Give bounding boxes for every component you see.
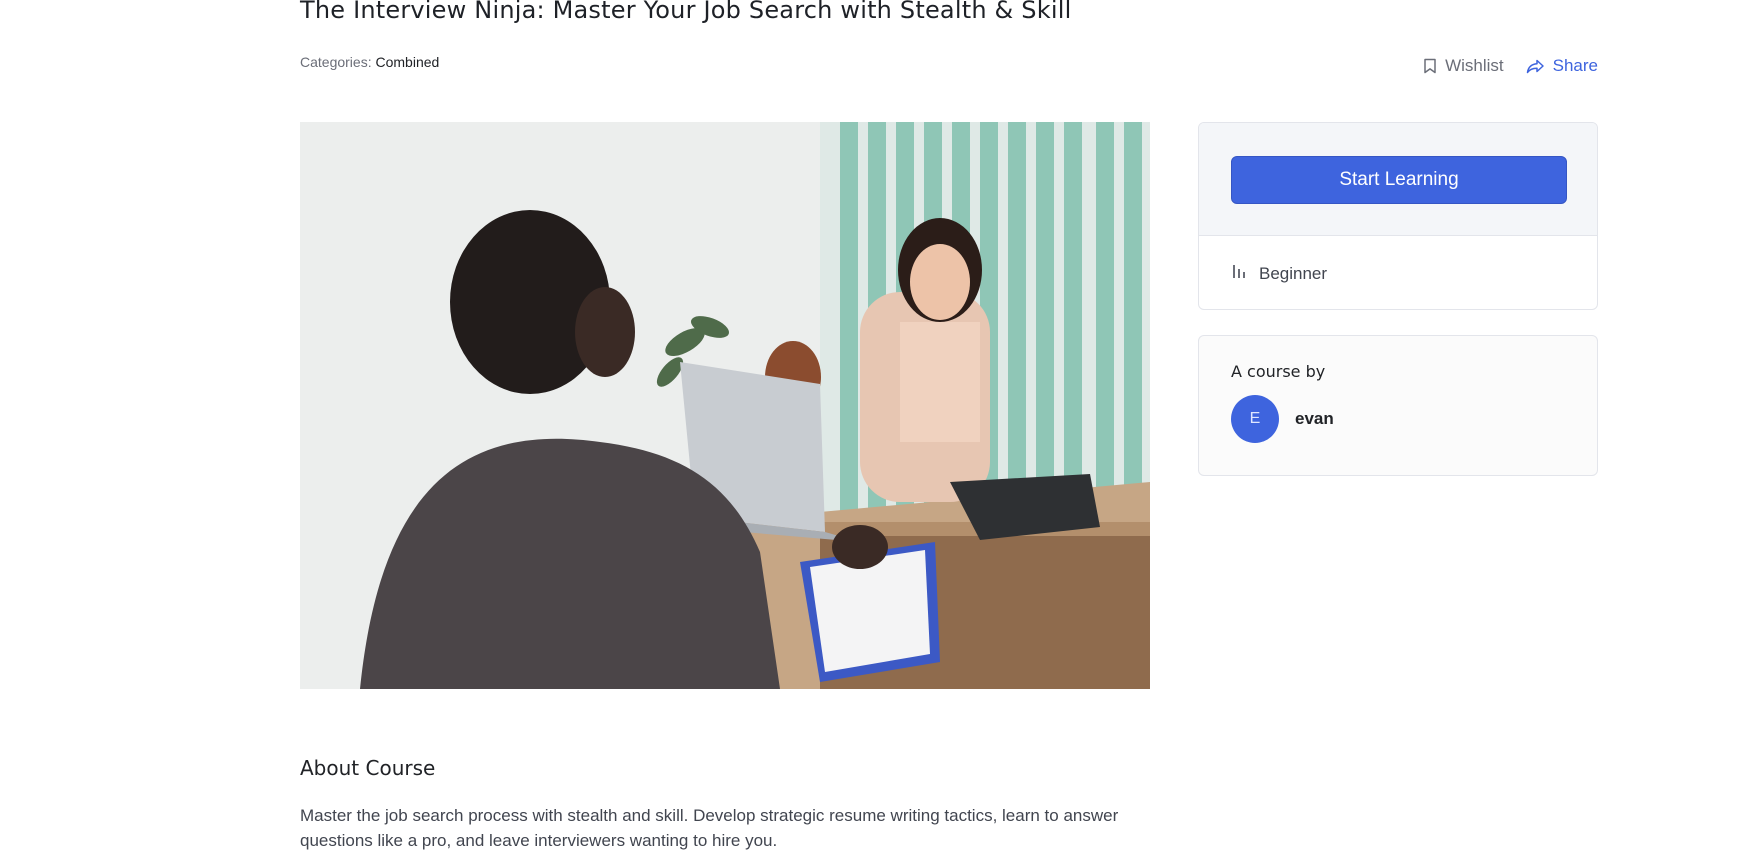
level-label: Beginner [1259, 264, 1328, 283]
course-actions: Wishlist Share [1423, 56, 1598, 76]
course-thumbnail-image [300, 122, 1150, 689]
author-row: E evan [1231, 395, 1597, 443]
wishlist-button[interactable]: Wishlist [1423, 56, 1504, 76]
author-heading: A course by [1231, 362, 1326, 381]
wishlist-label: Wishlist [1445, 56, 1504, 75]
categories-label: Categories: [300, 54, 372, 70]
share-arrow-icon [1526, 59, 1545, 74]
author-name-link[interactable]: evan [1295, 409, 1334, 429]
avatar[interactable]: E [1231, 395, 1279, 443]
enroll-card-header: Start Learning [1199, 123, 1597, 236]
course-categories: Categories: Combined [300, 54, 439, 70]
author-card: A course by E evan [1198, 335, 1598, 476]
course-level: Beginner [1199, 236, 1597, 284]
share-label: Share [1552, 56, 1598, 75]
share-button[interactable]: Share [1526, 56, 1598, 76]
enroll-card: Start Learning Beginner [1198, 122, 1598, 310]
bookmark-icon [1423, 58, 1437, 74]
level-bars-icon [1232, 264, 1247, 284]
about-course-heading: About Course [300, 756, 436, 780]
category-link[interactable]: Combined [375, 54, 439, 70]
about-course-text: Master the job search process with steal… [300, 806, 1119, 850]
course-title: The Interview Ninja: Master Your Job Sea… [300, 0, 1072, 24]
start-learning-button[interactable]: Start Learning [1231, 156, 1567, 204]
